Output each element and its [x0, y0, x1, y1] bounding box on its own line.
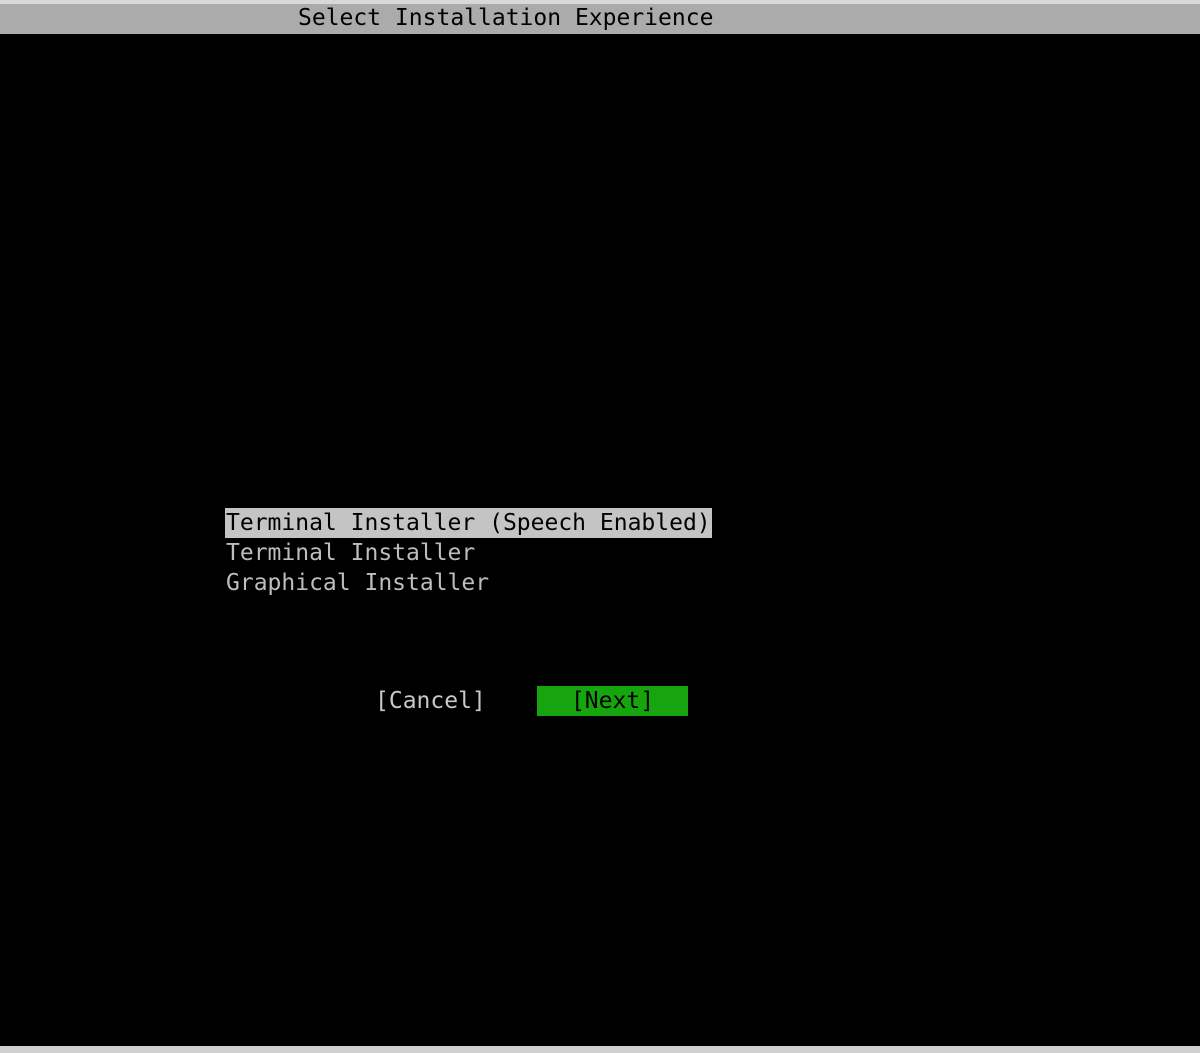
window-title: Select Installation Experience: [298, 5, 714, 31]
cancel-button[interactable]: [Cancel]: [375, 686, 486, 716]
option-terminal-speech[interactable]: Terminal Installer (Speech Enabled): [225, 508, 712, 538]
option-terminal[interactable]: Terminal Installer: [225, 538, 712, 568]
title-bar: Select Installation Experience: [0, 0, 1200, 34]
option-graphical[interactable]: Graphical Installer: [225, 568, 712, 598]
installation-option-list: Terminal Installer (Speech Enabled) Term…: [225, 508, 712, 598]
bottom-border: [0, 1046, 1200, 1053]
next-button[interactable]: [Next]: [537, 686, 688, 716]
